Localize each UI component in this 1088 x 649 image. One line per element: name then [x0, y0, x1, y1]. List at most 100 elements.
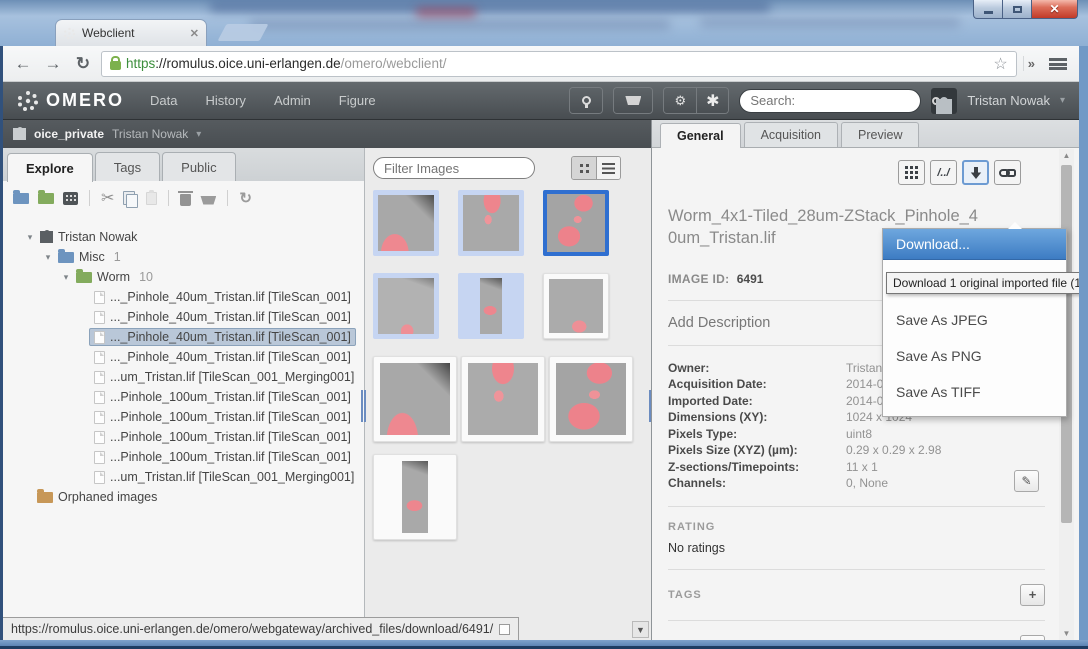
tree-caret-icon[interactable]: ▾ [43, 252, 53, 263]
tree-image-row[interactable]: ...um_Tristan.lif [TileScan_001_Merging0… [11, 367, 364, 387]
tab-preview[interactable]: Preview [841, 122, 919, 147]
user-name[interactable]: Tristan Nowak [967, 93, 1050, 108]
thumbnail-focused[interactable] [543, 190, 609, 256]
extensions-overflow-icon[interactable]: » [1023, 56, 1039, 71]
cut-icon[interactable]: ✂ [101, 188, 114, 208]
minimize-button[interactable] [973, 0, 1003, 19]
orphaned-label[interactable]: Orphaned images [58, 490, 157, 504]
thumbnail[interactable] [373, 273, 439, 339]
tree-project[interactable]: ▾ Misc 1 [11, 247, 364, 267]
tab-public[interactable]: Public [162, 152, 235, 181]
menu-item-download[interactable]: Download... [883, 229, 1066, 260]
tab-general[interactable]: General [660, 123, 741, 148]
tree-image-row[interactable]: ..._Pinhole_40um_Tristan.lif [TileScan_0… [11, 347, 364, 367]
tree-image-row[interactable]: ..._Pinhole_40um_Tristan.lif [TileScan_0… [11, 307, 364, 327]
delete-icon[interactable] [180, 194, 191, 206]
image-label[interactable]: ...Pinhole_100um_Tristan.lif [TileScan_0… [110, 450, 351, 464]
image-label[interactable]: ..._Pinhole_40um_Tristan.lif [TileScan_0… [110, 330, 351, 344]
usage-lightbulb-button[interactable] [570, 88, 602, 113]
menu-item-save-jpeg[interactable]: Save As JPEG [883, 302, 1066, 338]
tree-dataset[interactable]: ▾ Worm 10 [11, 267, 364, 287]
new-project-icon[interactable] [13, 193, 29, 204]
image-label[interactable]: ..._Pinhole_40um_Tristan.lif [TileScan_0… [110, 310, 351, 324]
paste-icon[interactable] [146, 192, 157, 205]
filter-images-input[interactable] [373, 157, 535, 179]
group-name[interactable]: oice_private [34, 127, 104, 141]
refresh-icon[interactable]: ↻ [239, 189, 252, 207]
tree-root[interactable]: ▾ Tristan Nowak [11, 227, 364, 247]
menu-item-save-png[interactable]: Save As PNG [883, 338, 1066, 374]
move-to-basket-icon[interactable] [200, 196, 216, 205]
tree-caret-icon[interactable]: ▾ [61, 272, 71, 283]
tab-explore[interactable]: Explore [7, 153, 93, 182]
reload-icon[interactable]: ↻ [71, 54, 95, 74]
copy-icon[interactable] [123, 191, 137, 206]
back-icon[interactable]: ← [11, 54, 35, 74]
new-screen-icon[interactable] [63, 192, 78, 205]
thumbnail[interactable] [458, 273, 524, 339]
tab-close-icon[interactable]: ✕ [190, 27, 199, 40]
scroll-down-button[interactable]: ▼ [632, 621, 649, 638]
menu-history[interactable]: History [205, 93, 245, 108]
grid-view-button[interactable] [572, 157, 596, 179]
bookmark-star-icon[interactable]: ☆ [993, 54, 1007, 74]
thumbnail[interactable] [543, 273, 609, 339]
omero-logo[interactable]: OMERO [17, 90, 124, 112]
thumbnail[interactable] [458, 190, 524, 256]
settings-button[interactable]: ⚙ [664, 88, 696, 113]
image-label[interactable]: ...Pinhole_100um_Tristan.lif [TileScan_0… [110, 410, 351, 424]
tree-orphaned[interactable]: Orphaned images [11, 487, 364, 507]
close-button[interactable]: ✕ [1032, 0, 1078, 19]
new-dataset-icon[interactable] [38, 193, 54, 204]
url-bar[interactable]: https :// romulus.oice.uni-erlangen.de /… [101, 51, 1017, 77]
tab-tags[interactable]: Tags [95, 152, 160, 181]
tree-image-row[interactable]: ...Pinhole_100um_Tristan.lif [TileScan_0… [11, 407, 364, 427]
image-label[interactable]: ...um_Tristan.lif [TileScan_001_Merging0… [110, 470, 354, 484]
image-label[interactable]: ..._Pinhole_40um_Tristan.lif [TileScan_0… [110, 350, 351, 364]
new-tab-button[interactable] [217, 24, 268, 41]
tab-acquisition[interactable]: Acquisition [744, 122, 838, 147]
menu-admin[interactable]: Admin [274, 93, 311, 108]
edit-channels-button[interactable]: ✎ [1014, 470, 1039, 492]
image-label[interactable]: ...Pinhole_100um_Tristan.lif [TileScan_0… [110, 390, 351, 404]
tree-image-row[interactable]: ...um_Tristan.lif [TileScan_001_Merging0… [11, 467, 364, 487]
download-button[interactable] [962, 160, 989, 185]
group-owner[interactable]: Tristan Nowak [112, 127, 188, 141]
tree-image-row[interactable]: ..._Pinhole_40um_Tristan.lif [TileScan_0… [11, 287, 364, 307]
dataset-label[interactable]: Worm [97, 270, 130, 284]
thumbnail-figure-button[interactable] [898, 160, 925, 185]
menu-item-save-tiff[interactable]: Save As TIFF [883, 374, 1066, 410]
tree-image-row[interactable]: ...Pinhole_100um_Tristan.lif [TileScan_0… [11, 427, 364, 447]
thumbnail[interactable] [549, 356, 633, 442]
search-input[interactable] [750, 93, 926, 108]
tree-caret-icon[interactable]: ▾ [25, 232, 35, 243]
image-label[interactable]: ..._Pinhole_40um_Tristan.lif [TileScan_0… [110, 290, 351, 304]
maximize-button[interactable] [1003, 0, 1032, 19]
search-box[interactable] [739, 89, 921, 113]
thumbnail[interactable] [373, 190, 439, 256]
tree-image-row-selected[interactable]: ..._Pinhole_40um_Tristan.lif [TileScan_0… [11, 327, 364, 347]
menu-data[interactable]: Data [150, 93, 177, 108]
menu-figure[interactable]: Figure [339, 93, 376, 108]
group-caret-icon[interactable]: ▾ [196, 129, 201, 140]
list-view-button[interactable] [596, 157, 620, 179]
project-label[interactable]: Misc [79, 250, 105, 264]
tree-root-label[interactable]: Tristan Nowak [58, 230, 137, 244]
image-label[interactable]: ...Pinhole_100um_Tristan.lif [TileScan_0… [110, 430, 351, 444]
browser-tab[interactable]: Webclient ✕ [55, 19, 207, 46]
show-path-button[interactable]: /../ [930, 160, 957, 185]
image-label[interactable]: ...um_Tristan.lif [TileScan_001_Merging0… [110, 370, 354, 384]
scroll-down-icon[interactable]: ▼ [1059, 629, 1074, 638]
thumbnail[interactable] [373, 356, 457, 442]
scroll-up-icon[interactable]: ▲ [1059, 151, 1074, 160]
activities-button[interactable]: ✱ [696, 88, 728, 113]
tree-image-row[interactable]: ...Pinhole_100um_Tristan.lif [TileScan_0… [11, 447, 364, 467]
basket-button[interactable] [614, 88, 652, 113]
thumbnail[interactable] [461, 356, 545, 442]
user-caret-icon[interactable]: ▾ [1060, 95, 1065, 106]
browser-menu-icon[interactable] [1049, 58, 1067, 70]
tree-image-row[interactable]: ...Pinhole_100um_Tristan.lif [TileScan_0… [11, 387, 364, 407]
link-button[interactable] [994, 160, 1021, 185]
panel-splitter-left[interactable] [361, 390, 366, 422]
thumbnail[interactable] [373, 454, 457, 540]
